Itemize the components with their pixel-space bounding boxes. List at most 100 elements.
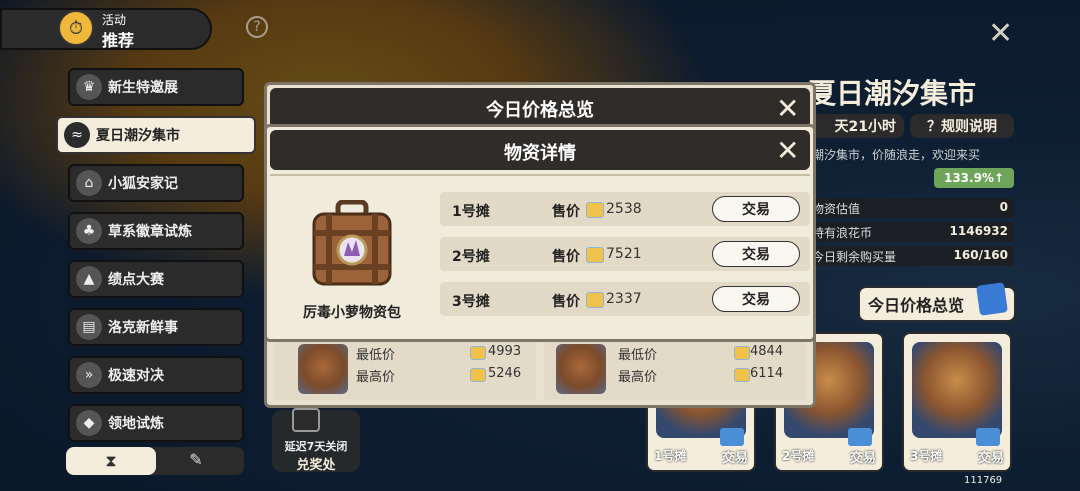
- fox-icon: ⌂: [76, 170, 102, 196]
- min-price-value: 4993: [488, 344, 522, 359]
- item-detail-title: 物资详情: [504, 143, 576, 164]
- gift-icon: [292, 408, 320, 432]
- price-overview-label: 今日价格总览: [868, 296, 965, 315]
- suitcase-icon: [298, 344, 348, 394]
- coin-icon: [586, 202, 604, 218]
- percent-badge: 133.9%↑: [934, 168, 1014, 188]
- menu-item-new-student[interactable]: ♛ 新生特邀展: [68, 68, 244, 106]
- stall-trade-label: 交易: [849, 451, 876, 466]
- menu-item-gpa-contest[interactable]: ▲ 绩点大赛: [68, 260, 244, 298]
- market-title: 夏日潮汐集市: [808, 77, 977, 110]
- price-value: 2538: [606, 201, 642, 217]
- price-label: 售价: [552, 294, 580, 310]
- rules-button[interactable]: ？规则说明: [910, 114, 1014, 138]
- menu-item-grass-badge[interactable]: ♣ 草系徽章试炼: [68, 212, 244, 250]
- suitcase-icon: [556, 344, 606, 394]
- coin-icon: [586, 247, 604, 263]
- menu-item-fox-home[interactable]: ⌂ 小狐安家记: [68, 164, 244, 202]
- stall-name: 3号摊: [452, 294, 490, 310]
- price-label: 售价: [552, 204, 580, 220]
- stall-label: 1号摊: [654, 449, 687, 463]
- coin-icon: [734, 368, 750, 382]
- trade-button[interactable]: 交易: [712, 196, 800, 222]
- min-price-label: 最低价: [618, 348, 658, 363]
- menu-item-label: 夏日潮汐集市: [96, 128, 180, 144]
- newspaper-icon: [976, 282, 1008, 316]
- stat-row: 物资估值 0: [808, 198, 1014, 218]
- close-icon[interactable]: ✕: [776, 92, 799, 125]
- trade-button[interactable]: 交易: [712, 286, 800, 312]
- stall-name: 2号摊: [452, 249, 490, 265]
- trade-icon: [848, 428, 872, 446]
- stall-card-3[interactable]: 3号摊 交易: [902, 332, 1012, 472]
- wave-icon: ≈: [64, 122, 90, 148]
- overview-item[interactable]: 最低价 4993 最高价 5246: [274, 338, 536, 400]
- stat-row: 今日剩余购买量 160/160: [808, 246, 1014, 266]
- price-value: 7521: [606, 246, 642, 262]
- market-description: 潮汐集市，价随浪走，欢迎来买: [812, 148, 981, 162]
- territory-icon: ◆: [76, 410, 102, 436]
- stat-value: 160/160: [953, 248, 1008, 262]
- stat-label: 持有浪花币: [812, 226, 873, 240]
- pen-icon[interactable]: ✎: [176, 450, 216, 472]
- stall-trade-label: 交易: [977, 451, 1004, 466]
- price-overview-title: 今日价格总览: [486, 100, 594, 121]
- stall-price-row: 1号摊 售价 2538 交易: [440, 192, 810, 226]
- divider: [270, 174, 810, 176]
- stall-label: 2号摊: [782, 449, 815, 463]
- time-left: 天21小时: [808, 114, 904, 138]
- stat-row: 持有浪花币 1146932: [808, 222, 1014, 242]
- stat-label: 今日剩余购买量: [812, 250, 897, 264]
- close-icon[interactable]: ✕: [776, 134, 799, 167]
- stall-price-row: 3号摊 售价 2337 交易: [440, 282, 810, 316]
- menu-item-label: 极速对决: [108, 368, 164, 384]
- trade-icon: [976, 428, 1000, 446]
- max-price-value: 5246: [488, 366, 522, 381]
- min-price-value: 4844: [750, 344, 784, 359]
- menu-item-label: 绩点大赛: [108, 272, 164, 288]
- stall-name: 1号摊: [452, 204, 490, 220]
- trade-button[interactable]: 交易: [712, 241, 800, 267]
- hat-icon: ▲: [76, 266, 102, 292]
- redeem-label: 兑奖处: [296, 458, 336, 473]
- menu-item-label: 新生特邀展: [108, 80, 178, 96]
- stat-value: 1146932: [949, 224, 1008, 238]
- hourglass-icon[interactable]: ⧗: [66, 447, 156, 475]
- coin-icon: [586, 292, 604, 308]
- min-price-label: 最低价: [356, 348, 396, 363]
- menu-item-label: 洛克新鲜事: [108, 320, 178, 336]
- stat-value: 0: [999, 200, 1008, 214]
- menu-item-speed-duel[interactable]: » 极速对决: [68, 356, 244, 394]
- max-price-value: 6114: [750, 366, 784, 381]
- menu-item-summer-market[interactable]: ≈ 夏日潮汐集市: [56, 116, 256, 154]
- menu-item-rock-news[interactable]: ▤ 洛克新鲜事: [68, 308, 244, 346]
- leaf-icon: ♣: [76, 218, 102, 244]
- stall-label: 3号摊: [910, 449, 943, 463]
- activity-clock-icon: ⏱: [58, 10, 94, 46]
- trophy-icon: ♛: [76, 74, 102, 100]
- news-icon: ▤: [76, 314, 102, 340]
- price-value: 2337: [606, 291, 642, 307]
- activity-label: 推荐: [102, 31, 135, 50]
- trade-icon: [720, 428, 744, 446]
- menu-item-territory-trial[interactable]: ◆ 领地试炼: [68, 404, 244, 442]
- stat-label: 物资估值: [812, 202, 861, 216]
- speed-icon: »: [76, 362, 102, 388]
- max-price-label: 最高价: [356, 370, 396, 385]
- build-id: 111769: [964, 475, 1003, 486]
- coin-icon: [734, 346, 750, 360]
- overview-item[interactable]: 最低价 4844 最高价 6114: [544, 338, 806, 400]
- menu-item-label: 小狐安家记: [108, 176, 178, 192]
- item-name: 厉毒小萝物资包: [303, 305, 401, 321]
- suitcase-icon: [312, 200, 392, 286]
- max-price-label: 最高价: [618, 370, 658, 385]
- stall-price-row: 2号摊 售价 7521 交易: [440, 237, 810, 271]
- coin-icon: [470, 368, 486, 382]
- menu-item-label: 领地试炼: [108, 416, 164, 432]
- coin-icon: [470, 346, 486, 360]
- redeem-closing-note: 延迟7天关闭: [284, 440, 348, 453]
- stall-trade-label: 交易: [721, 451, 748, 466]
- close-icon[interactable]: ✕: [988, 16, 1013, 51]
- stall-character-image: [912, 342, 1002, 438]
- help-icon[interactable]: ?: [246, 16, 268, 38]
